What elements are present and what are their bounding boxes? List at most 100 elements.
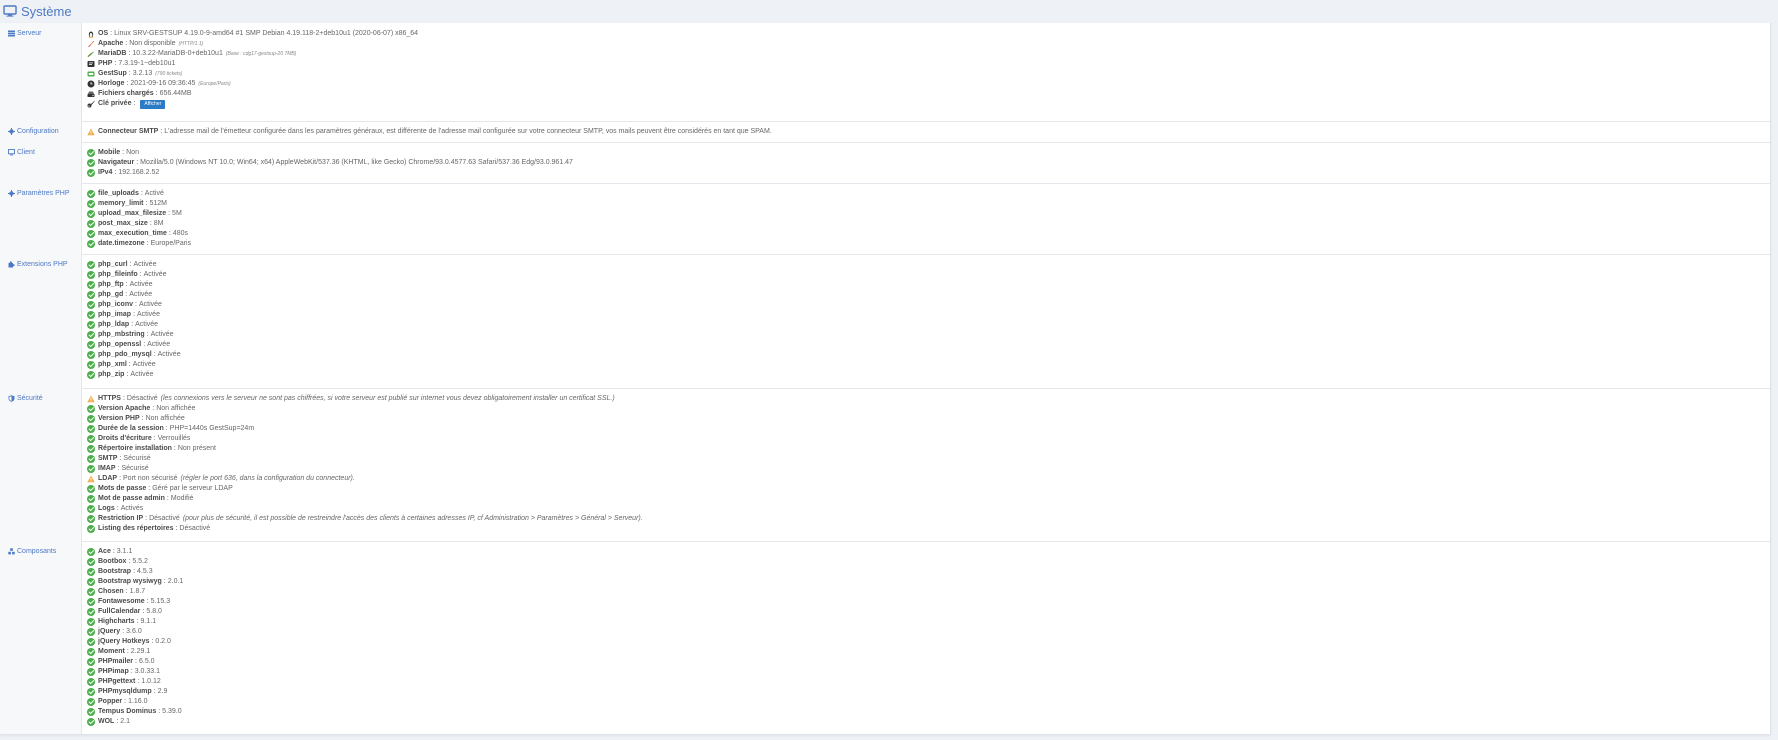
list-item: file_uploads: Activé: [87, 189, 1760, 199]
list-item: Popper:1.16.0: [87, 697, 1760, 707]
check-icon: [87, 495, 95, 503]
list-item: PHPmysqldump:2.9: [87, 687, 1760, 697]
list-item: Durée de la session: PHP=1440s GestSup=24…: [87, 424, 1760, 434]
list-item: Répertoire installation: Non présent: [87, 444, 1760, 454]
row-cle-privee: Clé privée: Afficher: [87, 99, 1760, 109]
check-icon: [87, 200, 95, 208]
list-item: php_pdo_mysql: Activée: [87, 350, 1760, 360]
check-icon: [87, 618, 95, 626]
check-icon: [87, 271, 95, 279]
check-icon: [87, 698, 95, 706]
check-icon: [87, 608, 95, 616]
gear-icon: [8, 190, 15, 197]
list-item: php_zip: Activée: [87, 370, 1760, 380]
list-item: upload_max_filesize:5M: [87, 209, 1760, 219]
list-item: php_ldap: Activée: [87, 320, 1760, 330]
check-icon: [87, 588, 95, 596]
row-fichiers: Fichiers chargés:656.44MB: [87, 89, 1760, 99]
list-item: Bootbox:5.5.2: [87, 557, 1760, 567]
check-icon: [87, 455, 95, 463]
list-item: Chosen:1.8.7: [87, 587, 1760, 597]
check-icon: [87, 648, 95, 656]
check-icon: [87, 678, 95, 686]
check-icon: [87, 445, 95, 453]
key-icon: [87, 100, 95, 108]
list-item: WOL:2.1: [87, 717, 1760, 727]
section-extensions-php: Extensions PHP php_curl: Activée php_file…: [0, 254, 1770, 389]
list-item: Mobile: Non: [87, 148, 1760, 158]
row-smtp-connector: Connecteur SMTP: L'adresse mail de l'émet…: [87, 127, 1760, 137]
apache-feather-icon: [88, 41, 94, 47]
section-label: Configuration: [8, 128, 59, 135]
show-key-button[interactable]: Afficher: [140, 99, 166, 109]
list-item: php_fileinfo: Activée: [87, 270, 1760, 280]
list-item: php_xml: Activée: [87, 360, 1760, 370]
section-serveur: Serveur OS: Linux SRV-GESTSUP 4.19.0-9-am…: [0, 23, 1770, 122]
warning-icon: [87, 128, 95, 136]
section-label: Composants: [8, 548, 56, 555]
server-list-icon: [8, 30, 15, 37]
row-php: PHP:7.3.19-1~deb10u1: [87, 59, 1760, 69]
check-icon: [87, 281, 95, 289]
check-icon: [87, 301, 95, 309]
check-icon: [87, 525, 95, 533]
check-icon: [87, 291, 95, 299]
list-item: Tempus Dominus:5.39.0: [87, 707, 1760, 717]
row-gestsup: GestSup:3.2.13 (790 tickets): [87, 69, 1760, 79]
check-icon: [87, 261, 95, 269]
list-item: Bootstrap:4.5.3: [87, 567, 1760, 577]
system-panel: Serveur OS: Linux SRV-GESTSUP 4.19.0-9-am…: [0, 23, 1771, 735]
check-icon: [87, 159, 95, 167]
list-item: php_openssl: Activée: [87, 340, 1760, 350]
check-icon: [87, 515, 95, 523]
label-column: [0, 254, 82, 388]
section-configuration: Configuration Connecteur SMTP: L'adresse …: [0, 121, 1770, 143]
list-item: PHPgettext:1.0.12: [87, 677, 1760, 687]
check-icon: [87, 351, 95, 359]
check-icon: [87, 311, 95, 319]
list-item: Restriction IP: Désactivé (pour plus de sé…: [87, 514, 1760, 524]
list-item: Droits d'écriture: Verrouillés: [87, 434, 1760, 444]
check-icon: [87, 658, 95, 666]
monitor-icon: [3, 5, 17, 17]
list-item: Ace:3.1.1: [87, 547, 1760, 557]
clock-icon: [87, 80, 95, 88]
row-mariadb: MariaDB:10.3.22-MariaDB-0+deb10u1 (Base :…: [87, 49, 1760, 59]
check-icon: [87, 331, 95, 339]
list-item: php_imap: Activée: [87, 310, 1760, 320]
check-icon: [87, 558, 95, 566]
check-icon: [87, 240, 95, 248]
list-item: jQuery:3.6.0: [87, 627, 1760, 637]
rows-parametres-php: file_uploads: Activé memory_limit:512M up…: [87, 189, 1760, 249]
list-item: PHPimap:3.0.33.1: [87, 667, 1760, 677]
row-apache: Apache: Non disponible (HTTP/1.1): [87, 39, 1760, 49]
list-item: Mots de passe: Géré par le serveur LDAP: [87, 484, 1760, 494]
list-item: php_curl: Activée: [87, 260, 1760, 270]
section-securite: Sécurité HTTPS: Désactivé (les connexions …: [0, 388, 1770, 542]
rows-client: Mobile: Non Navigateur: Mozilla/5.0 (Windo…: [87, 148, 1760, 178]
php-icon: [87, 61, 95, 67]
section-label: Sécurité: [8, 395, 43, 402]
list-item: Version PHP: Non affichée: [87, 414, 1760, 424]
list-item: php_iconv: Activée: [87, 300, 1760, 310]
list-item: php_mbstring: Activée: [87, 330, 1760, 340]
check-icon: [87, 668, 95, 676]
section-label: Client: [8, 149, 35, 156]
rows-serveur: OS: Linux SRV-GESTSUP 4.19.0-9-amd64 #1 S…: [87, 29, 1760, 109]
check-icon: [87, 435, 95, 443]
list-item: Mot de passe admin: Modifié: [87, 494, 1760, 504]
check-icon: [87, 425, 95, 433]
list-item: Version Apache: Non affichée: [87, 404, 1760, 414]
list-item: HTTPS: Désactivé (les connexions vers le s…: [87, 394, 1760, 404]
check-icon: [87, 485, 95, 493]
check-icon: [87, 415, 95, 423]
gestsup-icon: [87, 71, 95, 77]
section-label: Serveur: [8, 30, 42, 37]
section-client: Client Mobile: Non Navigateur: Mozilla/5.0…: [0, 142, 1770, 184]
list-item: IPv4:192.168.2.52: [87, 168, 1760, 178]
check-icon: [87, 568, 95, 576]
list-item: PHPmailer:6.5.0: [87, 657, 1760, 667]
check-icon: [87, 361, 95, 369]
list-item: FullCalendar:5.8.0: [87, 607, 1760, 617]
mariadb-icon: [87, 51, 95, 57]
